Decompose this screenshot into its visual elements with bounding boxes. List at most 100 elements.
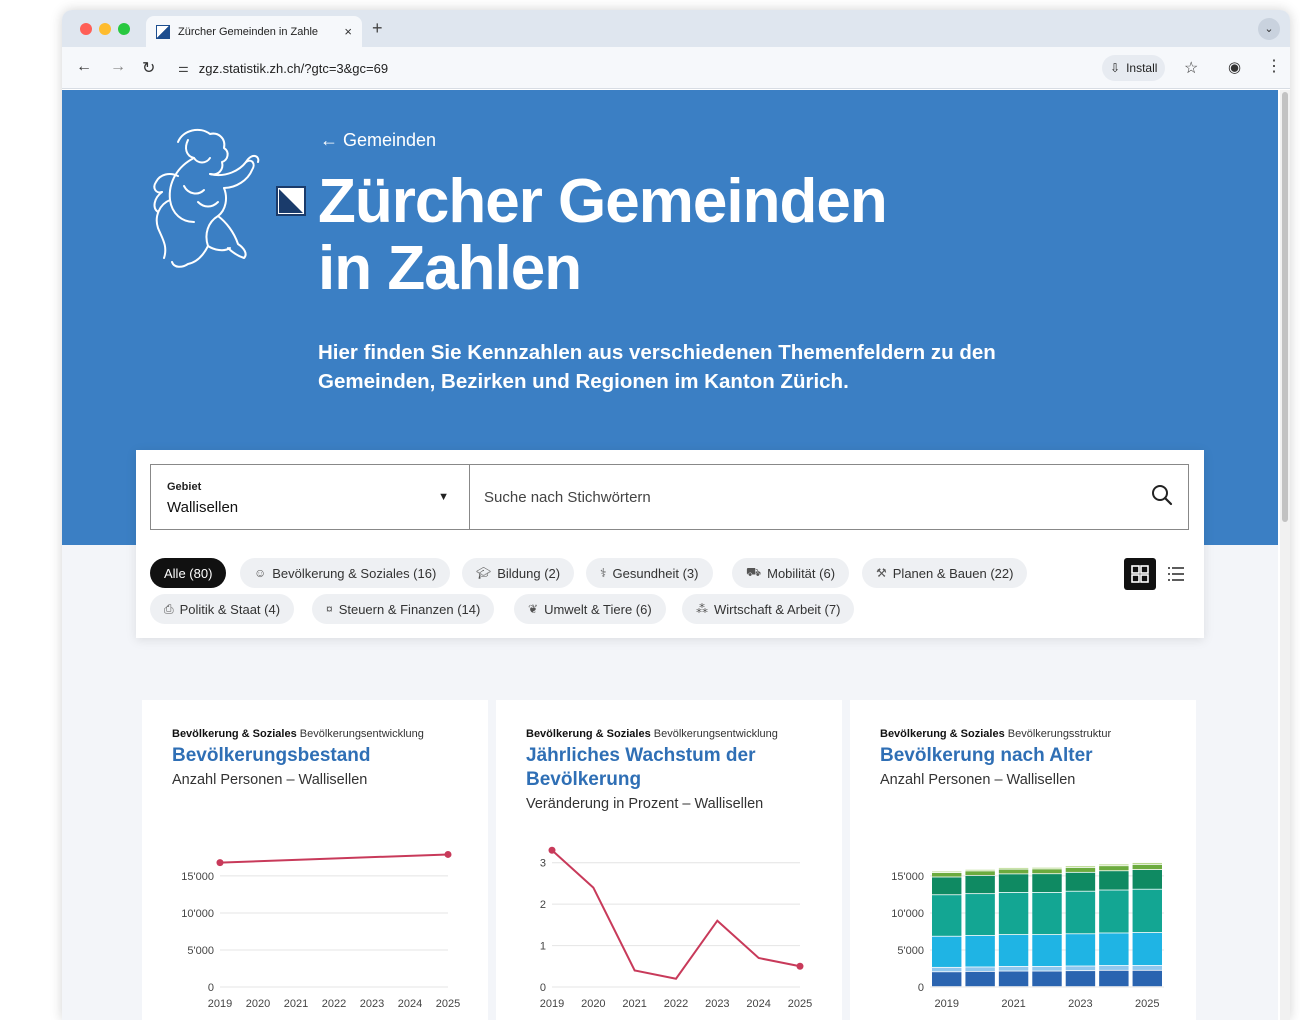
series-line [551,849,801,980]
y-tick-label: 15'000 [181,871,214,883]
bar-segment [1099,890,1129,933]
list-view-button[interactable] [1160,558,1192,590]
reload-button[interactable]: ↻ [142,58,155,78]
bar-segment [1065,866,1096,868]
minimize-window-button[interactable] [99,23,111,35]
chip-label: Gesundheit (3) [612,565,699,581]
x-tick-label: 2025 [436,998,460,1010]
page-subtitle: Hier finden Sie Kennzahlen aus verschied… [318,341,996,393]
browser-tab[interactable]: Zürcher Gemeinden in Zahle × [146,16,362,47]
kanton-logo-icon [276,186,306,216]
url-text: zgz.statistik.zh.ch/?gtc=3&gc=69 [198,60,389,76]
forward-button[interactable]: → [110,58,126,76]
chip-label: Bildung (2) [497,565,561,581]
chip-label: Mobilität (6) [767,565,836,581]
bar-segment [998,869,1029,874]
bar-segment [1132,965,1162,970]
site-info-icon[interactable]: ⚌ [178,61,189,75]
bar-segment [932,895,962,936]
x-tick-label: 2021 [622,998,646,1010]
y-tick-label: 0 [918,982,924,994]
site-favicon-icon [156,24,170,39]
grid-view-icon [1131,565,1149,583]
tab-search-button[interactable]: ⌄ [1258,18,1280,40]
grid-view-button[interactable] [1124,558,1156,590]
chip-label: Planen & Bauen (22) [892,565,1014,581]
bar-segment [998,867,1029,869]
bar-segment [1099,965,1129,970]
bar-segment [1099,970,1129,987]
chart-jaehrliches-wachstum: 0 1 2 3 2019 2020 2021 2022 2023 2024 2025 [540,846,812,1010]
x-tick-label: 2024 [746,998,770,1010]
x-tick-label: 2025 [788,998,812,1010]
bar-segment [1099,864,1129,866]
bar-segment [965,894,995,936]
bar-segment [932,972,962,987]
card-jaehrliches-wachstum[interactable]: Bevölkerung & Soziales Bevölkerungsentwi… [496,700,842,1020]
chip-wirtschaft-arbeit[interactable]: ⁂ Wirtschaft & Arbeit (7) [682,594,855,624]
bar-segment [965,871,995,876]
bar-segment [998,966,1029,971]
profile-icon[interactable]: ◉ [1228,58,1241,76]
bar-segment [965,935,995,967]
search-icon[interactable] [1150,483,1174,507]
close-window-button[interactable] [80,23,92,35]
car-icon: ⛟ [746,565,762,579]
zoom-window-button[interactable] [118,23,130,35]
gebiet-select[interactable]: Gebiet Wallisellen ▼ [150,464,470,530]
bar-segment [1132,869,1162,889]
bar-segment [1032,892,1062,935]
chip-planen-bauen[interactable]: ⚒ Planen & Bauen (22) [862,558,1028,588]
page-scrollbar[interactable] [1280,90,1290,1020]
chart-bevoelkerung-nach-alter: 0 5'000 10'000 15'000 2019 2021 2023 2025 [891,862,1164,1010]
bar-segment [1132,889,1162,933]
filter-panel: Gebiet Wallisellen ▼ Suche nach Stichwör… [136,450,1204,638]
bar-segment [1099,866,1129,871]
install-app-button[interactable]: ⇩ Install [1102,55,1166,81]
back-button[interactable]: ← [76,58,92,76]
bar-segment [1032,935,1062,967]
graduation-icon: 🎓︎ [476,566,492,580]
card-bevoelkerung-nach-alter[interactable]: Bevölkerung & Soziales Bevölkerungsstruk… [850,700,1196,1020]
url-field[interactable]: ⚌ zgz.statistik.zh.ch/?gtc=3&gc=69 [178,54,1178,82]
chip-umwelt-tiere[interactable]: ❦ Umwelt & Tiere (6) [514,594,666,624]
ballot-icon: ⎙ [164,601,174,616]
chip-label: Bevölkerung & Soziales (16) [272,565,437,581]
y-tick-label: 0 [208,982,214,994]
x-tick-label: 2021 [284,998,308,1010]
search-input[interactable]: Suche nach Stichwörtern [469,464,1189,530]
bar-segment [998,971,1029,987]
data-point [444,850,452,858]
chip-label: Wirtschaft & Arbeit (7) [714,601,841,617]
bar-segment [1032,966,1062,971]
chip-politik-staat[interactable]: ⎙ Politik & Staat (4) [150,594,295,624]
x-tick-label: 2019 [934,998,958,1010]
y-tick-label: 10'000 [891,908,924,920]
x-tick-label: 2019 [540,998,564,1010]
tab-title: Zürcher Gemeinden in Zahle [178,25,319,38]
chip-alle[interactable]: Alle (80) [150,558,227,588]
dropdown-caret-icon: ▼ [438,491,449,503]
browser-menu-icon[interactable]: ⋮ [1266,56,1282,76]
install-icon: ⇩ [1110,61,1121,75]
chip-steuern-finanzen[interactable]: ¤ Steuern & Finanzen (14) [312,594,495,624]
x-tick-label: 2023 [360,998,384,1010]
scrollbar-thumb[interactable] [1282,92,1288,522]
chip-gesundheit[interactable]: ⚕ Gesundheit (3) [586,558,713,588]
card-bevoelkerungsbestand[interactable]: Bevölkerung & Soziales Bevölkerungsentwi… [142,700,488,1020]
browser-window: Zürcher Gemeinden in Zahle × + ⌄ ← → ↻ ⚌… [62,10,1290,1020]
people-network-icon: ⁂ [696,602,708,616]
bar-segment [1065,867,1096,872]
bar-segment [998,892,1029,935]
bar-segment [1132,970,1162,987]
new-tab-button[interactable]: + [372,18,383,39]
tab-close-button[interactable]: × [344,24,352,39]
y-tick-label: 0 [540,982,546,994]
bar-segment [1032,867,1062,869]
back-to-gemeinden-link[interactable]: ← Gemeinden [320,130,436,151]
bookmark-star-icon[interactable]: ☆ [1184,58,1198,78]
chip-bildung[interactable]: 🎓︎ Bildung (2) [462,558,575,588]
chip-bevoelkerung-soziales[interactable]: ☺ Bevölkerung & Soziales (16) [240,558,451,588]
chip-mobilitaet[interactable]: ⛟ Mobilität (6) [732,558,850,588]
x-tick-label: 2025 [1135,998,1159,1010]
